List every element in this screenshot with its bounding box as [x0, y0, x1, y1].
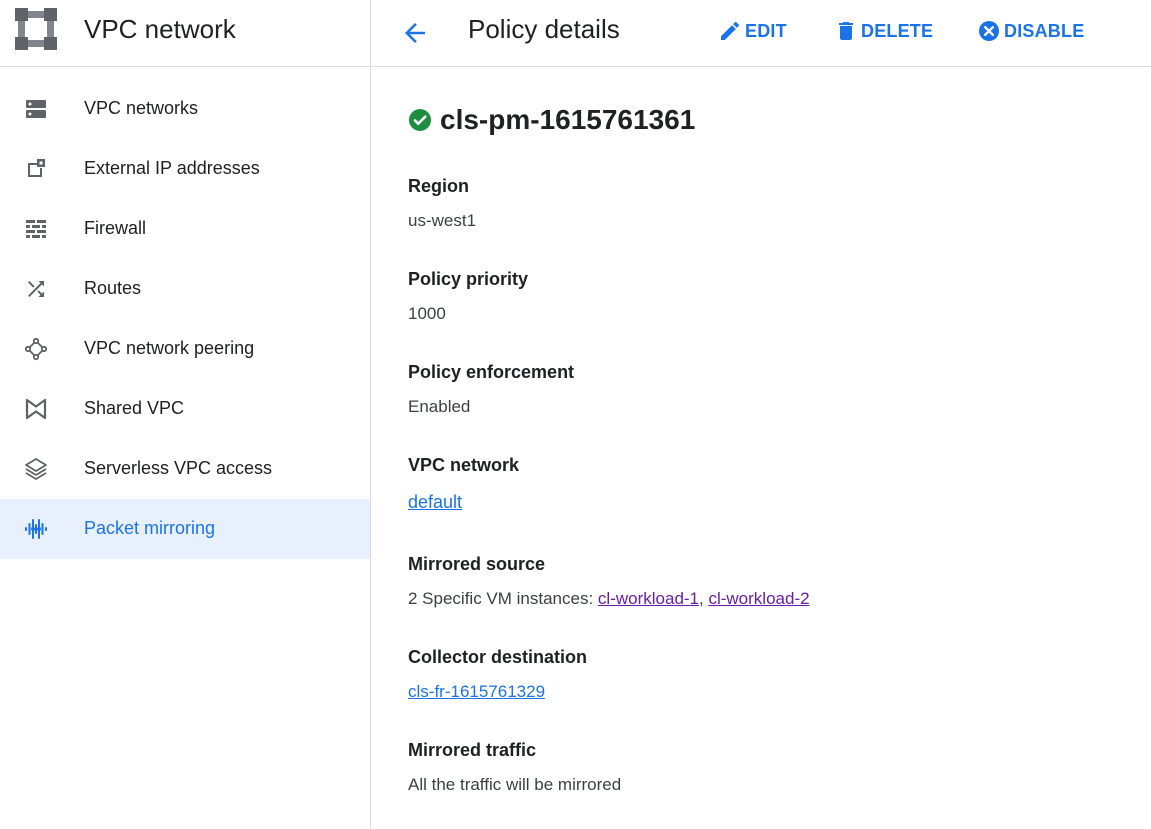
- delete-button[interactable]: DELETE: [834, 17, 933, 45]
- sidebar-item-label: Shared VPC: [84, 398, 185, 418]
- vpc-network-logo-icon: [15, 8, 57, 50]
- policy-enforcement-value: Enabled: [408, 397, 471, 416]
- shared-vpc-icon: [25, 398, 47, 420]
- mirrored-traffic-value: All the traffic will be mirrored: [408, 775, 622, 794]
- edit-label: EDIT: [745, 20, 787, 41]
- sidebar-header: VPC network: [0, 0, 370, 67]
- sidebar-item-label: Packet mirroring: [84, 518, 216, 538]
- check-circle-icon: [409, 109, 431, 131]
- policy-priority-value: 1000: [408, 304, 446, 323]
- page-title: Policy details: [468, 14, 620, 44]
- collector-destination-row: cls-fr-1615761329: [408, 682, 545, 702]
- sidebar-title: VPC network: [84, 14, 236, 44]
- mirrored-traffic-label: Mirrored traffic: [408, 740, 537, 760]
- routes-shuffle-icon: [28, 281, 44, 297]
- sidebar-item-routes[interactable]: Routes: [0, 259, 370, 319]
- sidebar-item-label: VPC network peering: [84, 338, 255, 358]
- sidebar-item-label: Routes: [84, 278, 142, 298]
- policy-name: cls-pm-1615761361: [440, 104, 696, 135]
- serverless-vpc-icon: [25, 458, 47, 480]
- pencil-icon: [721, 21, 740, 40]
- packet-mirroring-icon: [25, 519, 47, 539]
- vpc-networks-icon: [26, 100, 46, 118]
- sidebar-item-label: External IP addresses: [84, 158, 260, 178]
- vpc-network-link[interactable]: default: [408, 492, 462, 512]
- sidebar-item-external-ip-addresses[interactable]: External IP addresses: [0, 139, 370, 199]
- firewall-icon: [26, 220, 46, 238]
- instance-link-2[interactable]: cl-workload-2: [708, 589, 809, 608]
- sidebar-item-label: VPC networks: [84, 98, 199, 118]
- vpc-network-value-row: default: [408, 492, 462, 513]
- sidebar-item-vpc-networks[interactable]: VPC networks: [0, 79, 370, 139]
- disable-label: DISABLE: [1004, 20, 1085, 41]
- back-arrow-icon[interactable]: [400, 18, 430, 48]
- policy-priority-label: Policy priority: [408, 269, 529, 289]
- collector-destination-label: Collector destination: [408, 647, 588, 667]
- external-ip-icon: [28, 159, 45, 177]
- mirrored-source-value: 2 Specific VM instances: cl-workload-1, …: [408, 589, 810, 609]
- sidebar-item-label: Serverless VPC access: [84, 458, 273, 478]
- page-header: Policy details EDIT DELETE DISABLE: [372, 0, 1151, 67]
- region-value: us-west1: [408, 211, 477, 230]
- cancel-circle-icon: [979, 21, 999, 41]
- policy-name-row: cls-pm-1615761361: [408, 104, 695, 136]
- edit-button[interactable]: EDIT: [718, 17, 787, 45]
- sidebar-item-shared-vpc[interactable]: Shared VPC: [0, 379, 370, 439]
- sidebar-item-label: Firewall: [84, 218, 147, 238]
- collector-destination-link[interactable]: cls-fr-1615761329: [408, 682, 545, 701]
- policy-enforcement-label: Policy enforcement: [408, 362, 575, 382]
- peering-icon: [24, 337, 48, 361]
- mirrored-source-label: Mirrored source: [408, 554, 546, 574]
- vpc-network-label: VPC network: [408, 455, 520, 475]
- sidebar-item-firewall[interactable]: Firewall: [0, 199, 370, 259]
- delete-label: DELETE: [861, 20, 934, 41]
- disable-button[interactable]: DISABLE: [977, 17, 1084, 45]
- instance-link-1[interactable]: cl-workload-1: [598, 589, 699, 608]
- sidebar-item-vpc-network-peering[interactable]: VPC network peering: [0, 319, 370, 379]
- trash-icon: [839, 22, 853, 40]
- sidebar: VPC network VPC networks External IP add…: [0, 0, 371, 829]
- sidebar-item-packet-mirroring[interactable]: Packet mirroring: [0, 499, 370, 559]
- sidebar-item-serverless-vpc-access[interactable]: Serverless VPC access: [0, 439, 370, 499]
- region-label: Region: [408, 176, 469, 196]
- mirrored-source-prefix: 2 Specific VM instances:: [408, 589, 598, 608]
